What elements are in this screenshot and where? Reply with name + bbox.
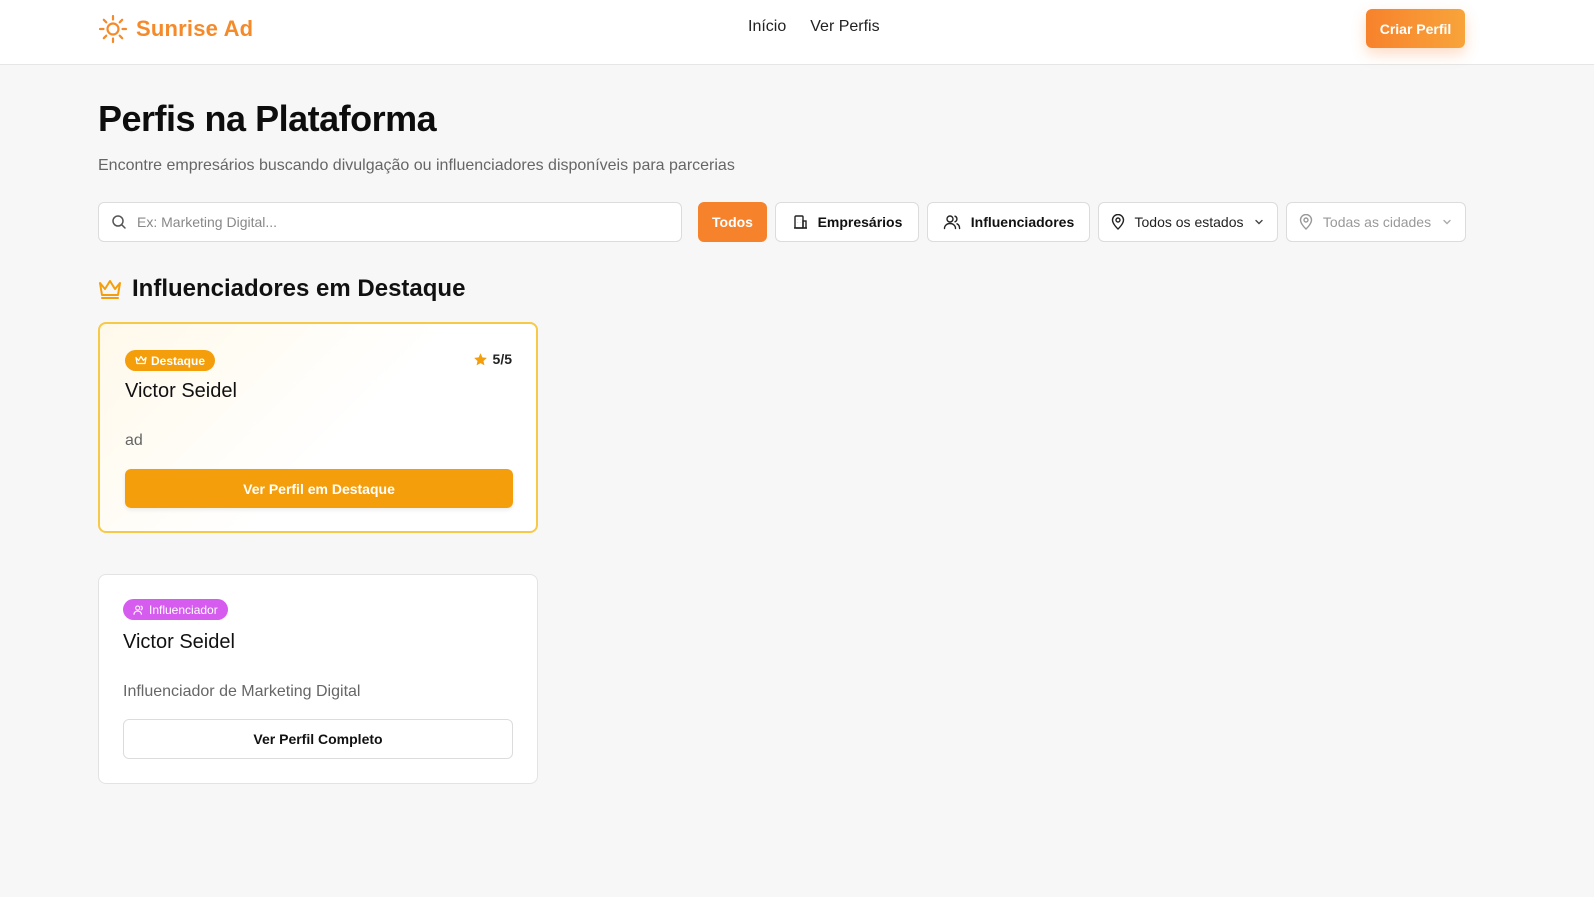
profile-description: ad bbox=[125, 432, 143, 449]
top-navbar: Sunrise Ad Início Ver Perfis Criar Perfi… bbox=[0, 0, 1594, 65]
nav-link-inicio[interactable]: Início bbox=[748, 18, 786, 36]
view-full-profile-button[interactable]: Ver Perfil Completo bbox=[123, 719, 513, 759]
search-input[interactable] bbox=[137, 214, 657, 230]
featured-profile-card: Destaque 5/5 Victor Seidel ad Ver Perfil… bbox=[98, 322, 538, 533]
influencer-badge-label: Influenciador bbox=[149, 602, 218, 617]
profile-card: Influenciador Victor Seidel Influenciado… bbox=[98, 574, 538, 784]
brand-logo[interactable]: Sunrise Ad bbox=[98, 13, 253, 45]
rating: 5/5 bbox=[473, 351, 512, 367]
profile-description: Influenciador de Marketing Digital bbox=[123, 683, 361, 700]
profile-name: Victor Seidel bbox=[123, 631, 235, 653]
featured-badge-label: Destaque bbox=[151, 353, 206, 368]
featured-section-heading: Influenciadores em Destaque bbox=[98, 275, 465, 303]
search-icon bbox=[111, 214, 127, 230]
building-icon bbox=[792, 214, 808, 230]
sun-icon bbox=[98, 14, 128, 44]
filter-empresarios-button[interactable]: Empresários bbox=[775, 202, 919, 242]
users-icon bbox=[943, 214, 961, 230]
featured-section-title: Influenciadores em Destaque bbox=[132, 275, 466, 302]
page-title: Perfis na Plataforma bbox=[98, 98, 437, 139]
filter-influenciadores-label: Influenciadores bbox=[970, 214, 1075, 230]
filter-empresarios-label: Empresários bbox=[817, 214, 903, 230]
featured-badge: Destaque bbox=[125, 350, 216, 371]
map-pin-icon bbox=[1111, 214, 1125, 230]
city-select[interactable]: Todas as cidades bbox=[1286, 202, 1466, 242]
map-pin-icon bbox=[1299, 214, 1313, 230]
chevron-down-icon bbox=[1441, 216, 1453, 228]
state-select[interactable]: Todos os estados bbox=[1098, 202, 1278, 242]
profile-name: Victor Seidel bbox=[125, 380, 237, 402]
user-icon bbox=[133, 604, 145, 616]
filter-influenciadores-button[interactable]: Influenciadores bbox=[927, 202, 1090, 242]
star-icon bbox=[473, 352, 488, 367]
crown-icon bbox=[135, 355, 147, 366]
nav-link-ver-perfis[interactable]: Ver Perfis bbox=[810, 18, 879, 36]
city-select-value: Todas as cidades bbox=[1322, 214, 1432, 230]
page-subtitle: Encontre empresários buscando divulgação… bbox=[98, 157, 735, 174]
brand-name: Sunrise Ad bbox=[136, 16, 254, 41]
search-box[interactable] bbox=[98, 202, 682, 242]
create-profile-button[interactable]: Criar Perfil bbox=[1366, 9, 1465, 48]
rating-value: 5/5 bbox=[492, 351, 512, 367]
main-nav: Início Ver Perfis bbox=[748, 18, 880, 36]
filter-todos-button[interactable]: Todos bbox=[698, 202, 767, 242]
crown-icon bbox=[98, 278, 122, 300]
state-select-value: Todos os estados bbox=[1134, 214, 1244, 230]
influencer-badge: Influenciador bbox=[123, 599, 228, 620]
view-featured-profile-button[interactable]: Ver Perfil em Destaque bbox=[125, 469, 513, 508]
filter-todos-label: Todos bbox=[712, 214, 753, 230]
chevron-down-icon bbox=[1253, 216, 1265, 228]
